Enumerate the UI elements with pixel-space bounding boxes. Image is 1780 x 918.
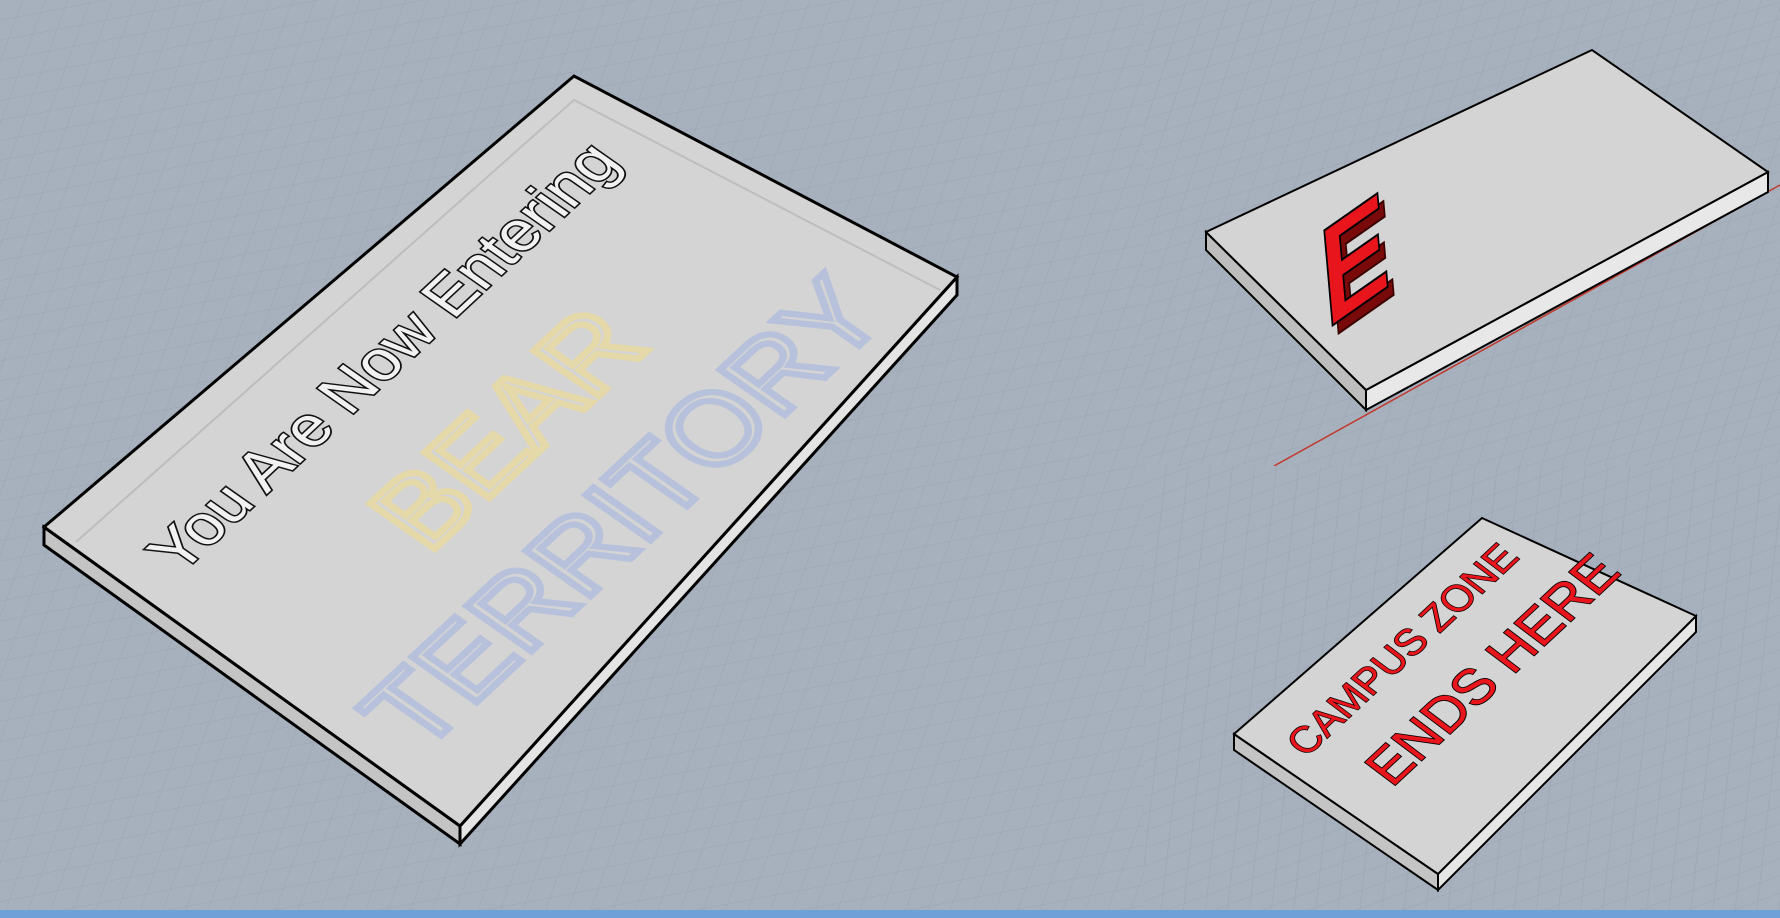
cad-workspace: You Are Now Entering BEAR TERRITORY E E [0, 0, 1780, 918]
viewport-top-canvas[interactable]: E E [1144, 0, 1780, 466]
viewport-top[interactable]: E E [1144, 0, 1780, 466]
status-bar [0, 910, 1780, 918]
viewport-front-canvas[interactable]: CAMPUS ZONE ENDS HERE [1144, 466, 1780, 910]
viewport-perspective[interactable]: You Are Now Entering BEAR TERRITORY [0, 0, 1144, 910]
viewport-perspective-canvas[interactable]: You Are Now Entering BEAR TERRITORY [0, 0, 1144, 910]
viewport-front[interactable]: CAMPUS ZONE ENDS HERE [1144, 466, 1780, 910]
